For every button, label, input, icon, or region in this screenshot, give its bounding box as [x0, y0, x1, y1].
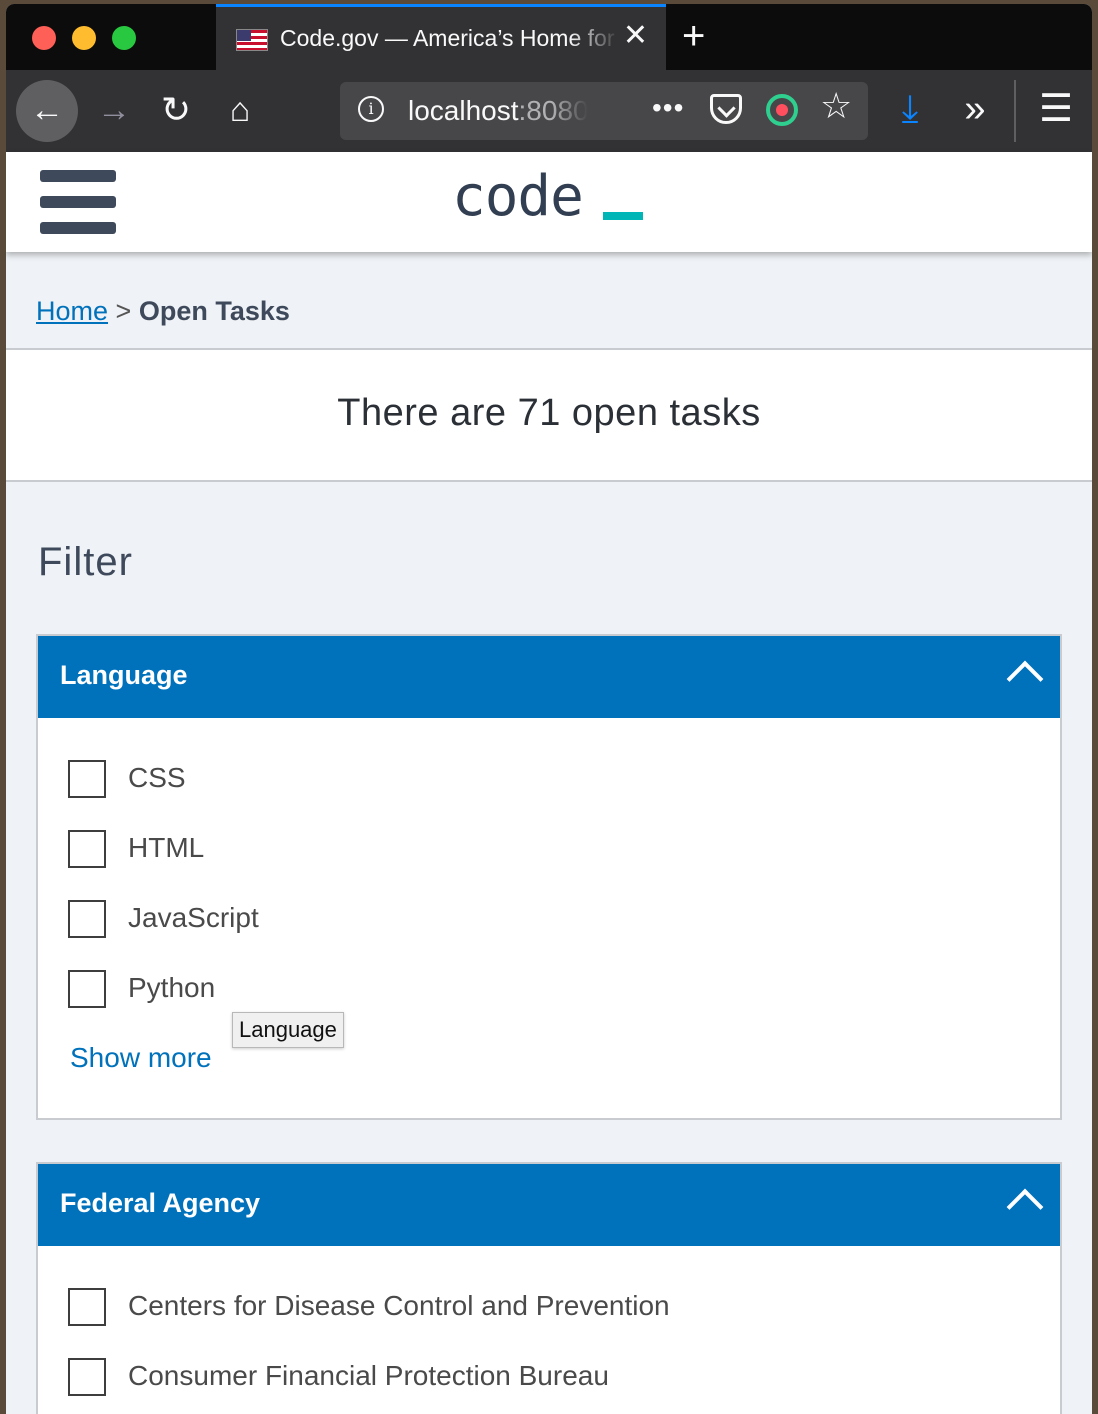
checkbox[interactable]: [68, 900, 106, 938]
pocket-icon[interactable]: [710, 94, 742, 124]
site-logo[interactable]: code: [452, 164, 584, 229]
option-label: Centers for Disease Control and Preventi…: [128, 1290, 670, 1321]
back-arrow-icon[interactable]: ←: [16, 80, 78, 142]
option-label: Python: [128, 972, 216, 1003]
option-label: HTML: [128, 832, 205, 863]
info-icon[interactable]: i: [358, 96, 384, 122]
tab-active[interactable]: Code.gov — America’s Home for Open Sourc…: [216, 4, 666, 70]
breadcrumb-current: Open Tasks: [138, 296, 290, 326]
chevron-up-icon[interactable]: [1006, 660, 1044, 698]
language-panel-header[interactable]: Language: [38, 636, 1060, 718]
checkbox[interactable]: [68, 830, 106, 868]
forward-arrow-icon[interactable]: →: [94, 88, 134, 132]
language-panel-title: Language: [60, 660, 188, 690]
show-more-link[interactable]: Show more: [70, 1042, 212, 1074]
toolbar-divider: [1014, 80, 1016, 142]
tooltip: Language: [232, 1012, 344, 1048]
language-filter-panel: Language CSS HTML JavaScript Python Show…: [36, 634, 1062, 1120]
url-text[interactable]: localhost:8080: [408, 95, 588, 127]
chevron-up-icon[interactable]: [1006, 1188, 1044, 1226]
new-tab-button[interactable]: +: [682, 16, 705, 56]
download-icon[interactable]: ⤓: [890, 84, 930, 134]
breadcrumb-home-link[interactable]: Home: [36, 296, 108, 326]
tab-strip: Code.gov — America’s Home for Open Sourc…: [6, 4, 1092, 70]
url-port: :8080: [518, 95, 588, 126]
zoom-window-button[interactable]: [112, 26, 136, 50]
site-header: code: [6, 152, 1092, 252]
logo-cursor: [603, 212, 643, 220]
checkbox[interactable]: [68, 970, 106, 1008]
page-content: code Home > Open Tasks There are 71 open…: [6, 152, 1092, 1414]
us-flag-icon: [236, 29, 268, 51]
navigation-toolbar: ← → ↻ ⌂ i localhost:8080 ••• ☆ ⤓ » ☰: [6, 70, 1092, 153]
bookmark-star-icon[interactable]: ☆: [820, 88, 852, 124]
page-actions-icon[interactable]: •••: [652, 92, 684, 124]
breadcrumb-separator: >: [115, 296, 132, 326]
option-label: JavaScript: [128, 902, 259, 933]
task-count-banner: There are 71 open tasks: [6, 348, 1092, 482]
overflow-chevron-icon[interactable]: »: [950, 84, 1000, 134]
extension-target-icon[interactable]: [766, 94, 798, 126]
option-label: Consumer Financial Protection Bureau: [128, 1360, 609, 1391]
option-label: CSS: [128, 762, 186, 793]
agency-panel-header[interactable]: Federal Agency: [38, 1164, 1060, 1246]
checkbox[interactable]: [68, 1288, 106, 1326]
site-menu-icon[interactable]: [40, 170, 116, 236]
browser-window: Code.gov — America’s Home for Open Sourc…: [6, 4, 1092, 1414]
breadcrumb: Home > Open Tasks: [36, 296, 290, 327]
close-window-button[interactable]: [32, 26, 56, 50]
agency-filter-panel: Federal Agency Centers for Disease Contr…: [36, 1162, 1062, 1414]
checkbox[interactable]: [68, 760, 106, 798]
checkbox[interactable]: [68, 1358, 106, 1396]
close-tab-icon[interactable]: ✕: [623, 21, 648, 51]
url-host: localhost: [408, 95, 519, 126]
task-count-text: There are 71 open tasks: [337, 392, 761, 434]
home-icon[interactable]: ⌂: [220, 88, 260, 132]
minimize-window-button[interactable]: [72, 26, 96, 50]
agency-panel-title: Federal Agency: [60, 1188, 261, 1218]
reload-icon[interactable]: ↻: [156, 88, 196, 132]
tab-title: Code.gov — America’s Home for Open Sourc…: [280, 25, 620, 51]
filter-heading: Filter: [38, 540, 133, 584]
hamburger-menu-icon[interactable]: ☰: [1036, 84, 1076, 134]
url-bar[interactable]: i localhost:8080 ••• ☆: [340, 82, 868, 140]
